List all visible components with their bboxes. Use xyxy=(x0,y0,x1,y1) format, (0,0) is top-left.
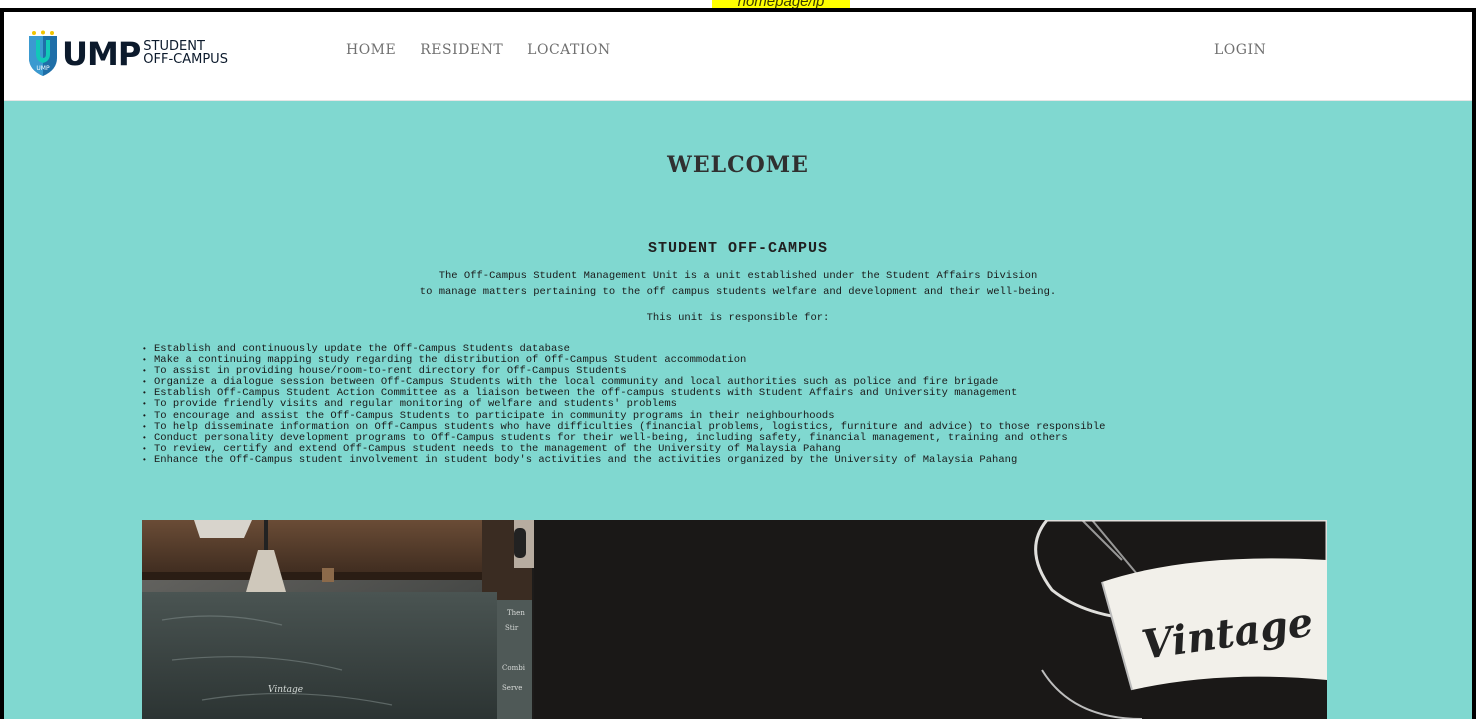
list-item: To encourage and assist the Off-Campus S… xyxy=(142,410,1442,422)
shield-icon: UMP xyxy=(29,30,57,76)
svg-text:Stir: Stir xyxy=(505,624,519,632)
brand-subtitle: STUDENT OFF-CAMPUS xyxy=(143,40,228,66)
list-item: Enhance the Off-Campus student involveme… xyxy=(142,454,1442,466)
responsibilities-heading: This unit is responsible for: xyxy=(646,312,830,324)
browser-frame: UMP UMP STUDENT OFF-CAMPUS HOME RESIDENT… xyxy=(0,8,1476,719)
svg-text:Combi: Combi xyxy=(502,664,526,672)
list-item: To provide friendly visits and regular m… xyxy=(142,399,1442,410)
main-nav: HOME RESIDENT LOCATION xyxy=(346,42,611,58)
svg-text:Serve: Serve xyxy=(502,684,522,692)
intro-text: The Off-Campus Student Management Unit i… xyxy=(4,268,1472,300)
hero-illustration: Then Stir Combi Serve Vintage Vintage xyxy=(142,520,1327,719)
welcome-heading: WELCOME xyxy=(667,152,809,178)
hero-image: Then Stir Combi Serve Vintage Vintage xyxy=(142,520,1327,719)
svg-text:UMP: UMP xyxy=(36,65,50,72)
brand-logo[interactable]: UMP UMP STUDENT OFF-CAMPUS xyxy=(26,28,228,80)
svg-text:Then: Then xyxy=(507,609,525,617)
section-title: STUDENT OFF-CAMPUS xyxy=(647,240,829,257)
intro-line-1: The Off-Campus Student Management Unit i… xyxy=(438,270,1038,282)
navbar: UMP UMP STUDENT OFF-CAMPUS HOME RESIDENT… xyxy=(4,12,1472,101)
responsibilities-list: Establish and continuously update the Of… xyxy=(142,343,1442,466)
hero-board-text: Vintage xyxy=(268,685,303,695)
nav-home[interactable]: HOME xyxy=(346,42,396,58)
nav-resident[interactable]: RESIDENT xyxy=(420,42,503,58)
nav-login[interactable]: LOGIN xyxy=(1214,42,1266,58)
intro-line-2: to manage matters pertaining to the off … xyxy=(419,286,1057,298)
brand-mark: UMP xyxy=(62,35,141,73)
brand-line2: OFF-CAMPUS xyxy=(143,52,228,67)
nav-location[interactable]: LOCATION xyxy=(527,42,610,58)
